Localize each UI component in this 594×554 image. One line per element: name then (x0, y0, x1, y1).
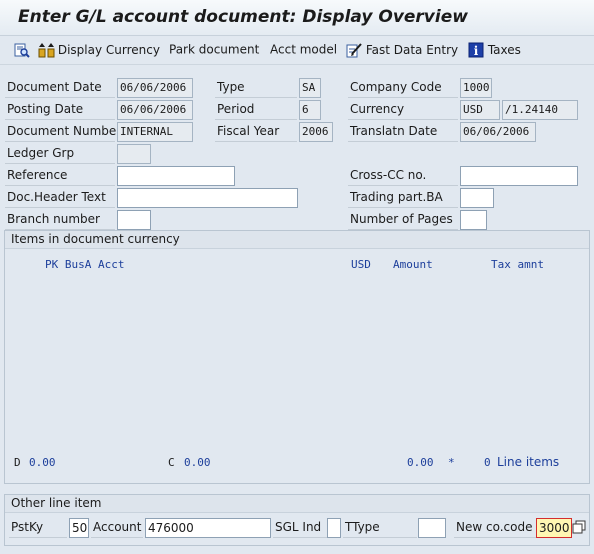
line-items-count: 0 (484, 456, 491, 469)
acct-model-label: Acct model (270, 42, 338, 57)
currency-label: Currency (348, 100, 458, 120)
cross-cc-input[interactable] (460, 166, 578, 186)
fast-data-entry-button[interactable]: Fast Data Entry (346, 42, 458, 60)
ledger-grp-label: Ledger Grp (5, 144, 115, 164)
park-document-button[interactable]: Park document (169, 42, 259, 60)
document-date-label: Document Date (5, 78, 115, 98)
ttype-label: TType (343, 518, 417, 538)
credit-total: 0.00 (184, 456, 211, 469)
sgl-ind-input[interactable] (327, 518, 341, 538)
reference-label: Reference (5, 166, 115, 186)
display-currency-icon (38, 42, 55, 58)
type-field[interactable]: SA (299, 78, 321, 98)
items-group: Items in document currency PK BusA Acct … (4, 230, 590, 484)
period-field[interactable]: 6 (299, 100, 321, 120)
other-line-item-title: Other line item (5, 495, 589, 513)
document-search-icon (14, 42, 30, 58)
trading-part-input[interactable] (460, 188, 494, 208)
info-taxes-icon: i (468, 42, 484, 58)
exchange-rate-field[interactable]: /1.24140 (502, 100, 578, 120)
new-co-code-input[interactable]: 3000 (536, 518, 572, 538)
possible-entries-button[interactable] (572, 520, 586, 536)
translatn-date-field[interactable]: 06/06/2006 (460, 122, 536, 142)
page-title: Enter G/L account document: Display Over… (18, 7, 468, 27)
period-label: Period (215, 100, 297, 120)
debit-total: 0.00 (29, 456, 56, 469)
debit-label: D (14, 456, 21, 469)
application-toolbar: Display Currency Park document Acct mode… (0, 37, 594, 65)
number-of-pages-label: Number of Pages (348, 210, 458, 230)
column-header-tax-amnt: Tax amnt (491, 258, 544, 271)
posting-date-field[interactable]: 06/06/2006 (117, 100, 193, 120)
document-date-field[interactable]: 06/06/2006 (117, 78, 193, 98)
line-items-label: Line items (497, 455, 560, 469)
balance-flag: * (448, 456, 455, 469)
document-number-label: Document Number (5, 122, 121, 142)
document-search-button[interactable] (14, 42, 30, 60)
balance-total: 0.00 (407, 456, 434, 469)
fast-data-entry-icon (346, 42, 362, 58)
display-currency-button[interactable]: Display Currency (38, 42, 160, 60)
ttype-input[interactable] (418, 518, 446, 538)
type-label: Type (215, 78, 297, 98)
park-document-label: Park document (169, 42, 260, 57)
pstky-input[interactable]: 50 (69, 518, 89, 538)
branch-number-label: Branch number (5, 210, 115, 230)
account-input[interactable]: 476000 (145, 518, 271, 538)
title-bar: Enter G/L account document: Display Over… (0, 0, 594, 36)
ledger-grp-field[interactable] (117, 144, 151, 164)
company-code-field[interactable]: 1000 (460, 78, 492, 98)
display-currency-label: Display Currency (57, 43, 160, 57)
svg-text:i: i (474, 44, 479, 58)
doc-header-text-label: Doc.Header Text (5, 188, 115, 208)
taxes-button[interactable]: i Taxes (468, 42, 521, 60)
translatn-date-label: Translatn Date (348, 122, 458, 142)
branch-number-input[interactable] (117, 210, 151, 230)
fast-data-entry-label: Fast Data Entry (365, 43, 459, 57)
pstky-label: PstKy (9, 518, 67, 538)
copy-icon (572, 520, 588, 536)
column-header-amount: Amount (393, 258, 433, 271)
account-label: Account (91, 518, 143, 538)
taxes-label: Taxes (487, 43, 521, 57)
number-of-pages-input[interactable] (460, 210, 487, 230)
credit-label: C (168, 456, 175, 469)
new-co-code-label: New co.code (454, 518, 536, 538)
other-line-item-group: Other line item PstKy 50 Account 476000 … (4, 494, 590, 546)
currency-field[interactable]: USD (460, 100, 500, 120)
doc-header-text-input[interactable] (117, 188, 298, 208)
reference-input[interactable] (117, 166, 235, 186)
column-header-pk-busa-acct: PK BusA Acct (45, 258, 125, 271)
company-code-label: Company Code (348, 78, 458, 98)
document-number-field[interactable]: INTERNAL (117, 122, 193, 142)
fiscal-year-field[interactable]: 2006 (299, 122, 333, 142)
fiscal-year-label: Fiscal Year (215, 122, 297, 142)
sgl-ind-label: SGL Ind (273, 518, 327, 538)
trading-part-label: Trading part.BA (348, 188, 458, 208)
acct-model-button[interactable]: Acct model (270, 42, 337, 60)
cross-cc-label: Cross-CC no. (348, 166, 458, 186)
column-header-currency: USD (351, 258, 371, 271)
items-group-title: Items in document currency (5, 231, 589, 249)
posting-date-label: Posting Date (5, 100, 115, 120)
